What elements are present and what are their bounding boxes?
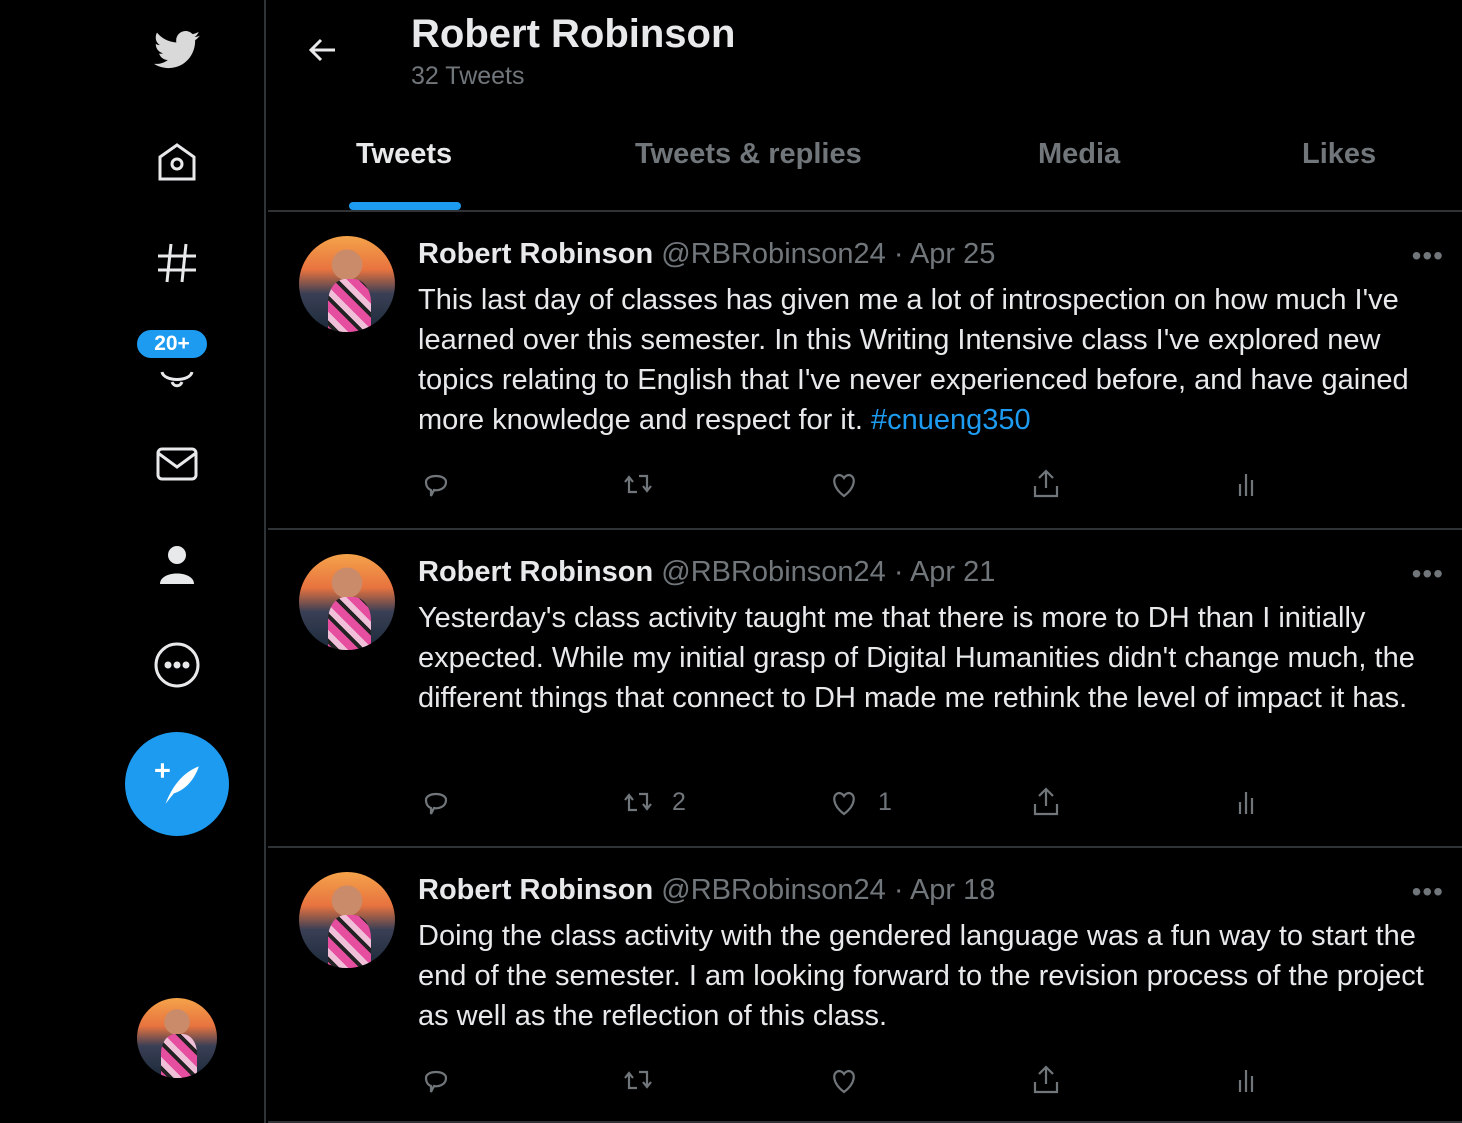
share-icon: [1033, 787, 1059, 816]
author-handle[interactable]: @RBRobinson24: [661, 238, 886, 270]
tweet-date[interactable]: Apr 21: [910, 556, 995, 588]
profile-tabs: Tweets Tweets & replies Media Likes: [268, 112, 1462, 212]
profile-timeline: Robert Robinson 32 Tweets Tweets Tweets …: [268, 0, 1462, 1123]
analytics-icon: [1238, 1070, 1254, 1092]
reply-icon: [424, 474, 448, 497]
tab-media[interactable]: Media: [1038, 138, 1120, 171]
author-name[interactable]: Robert Robinson: [418, 874, 653, 906]
separator: ·: [885, 874, 910, 906]
tweet[interactable]: Robert Robinson @RBRobinson24 · Apr 18 •…: [268, 848, 1462, 1123]
like-button[interactable]: [826, 466, 878, 502]
explore-hashtag-icon[interactable]: [150, 236, 204, 290]
author-name[interactable]: Robert Robinson: [418, 238, 653, 270]
tweet[interactable]: Robert Robinson @RBRobinson24 · Apr 25 •…: [268, 212, 1462, 530]
reply-icon: [424, 1070, 448, 1093]
avatar[interactable]: [299, 236, 395, 332]
analytics-icon: [1238, 474, 1254, 496]
tweet-actions: [418, 466, 1318, 506]
profile-icon[interactable]: [150, 538, 204, 592]
share-icon: [1033, 1065, 1059, 1094]
like-icon: [833, 1069, 855, 1094]
analytics-button[interactable]: [1230, 1062, 1266, 1098]
more-icon[interactable]: [150, 638, 204, 692]
like-count: 1: [878, 787, 892, 816]
messages-envelope-icon[interactable]: [150, 437, 204, 491]
compose-tweet-icon: [155, 763, 199, 804]
tab-likes[interactable]: Likes: [1302, 138, 1376, 171]
like-button[interactable]: 1: [826, 784, 892, 820]
reply-button[interactable]: [418, 784, 454, 820]
author-handle[interactable]: @RBRobinson24: [661, 874, 886, 906]
retweet-icon: [624, 792, 652, 812]
like-icon: [833, 791, 855, 816]
separator: ·: [885, 238, 910, 270]
like-button[interactable]: [826, 1062, 878, 1098]
hashtag-link[interactable]: #cnueng350: [871, 404, 1031, 436]
share-button[interactable]: [1028, 784, 1064, 820]
share-icon: [1033, 469, 1059, 498]
avatar[interactable]: [299, 872, 395, 968]
analytics-icon: [1238, 792, 1254, 814]
analytics-button[interactable]: [1230, 784, 1266, 820]
tweet-actions: [418, 1062, 1318, 1102]
twitter-logo-icon[interactable]: [150, 24, 204, 78]
analytics-button[interactable]: [1230, 466, 1266, 502]
retweet-icon: [624, 1070, 652, 1090]
home-icon[interactable]: [150, 135, 204, 189]
compose-tweet-button[interactable]: [125, 732, 229, 836]
separator: ·: [885, 556, 910, 588]
tab-tweets[interactable]: Tweets: [356, 138, 452, 171]
tweet-text: Yesterday's class activity taught me tha…: [418, 598, 1448, 718]
retweet-button[interactable]: [620, 466, 672, 502]
tab-tweets-and-replies[interactable]: Tweets & replies: [635, 138, 862, 171]
more-options-icon[interactable]: •••: [1412, 240, 1444, 272]
tweet[interactable]: Robert Robinson @RBRobinson24 · Apr 21 •…: [268, 530, 1462, 848]
tweet-body: Doing the class activity with the gender…: [418, 920, 1424, 1032]
tweet-header: Robert Robinson @RBRobinson24 · Apr 25: [418, 238, 995, 271]
tweet-date[interactable]: Apr 25: [910, 238, 995, 270]
reply-button[interactable]: [418, 1062, 454, 1098]
author-handle[interactable]: @RBRobinson24: [661, 556, 886, 588]
tweet-header: Robert Robinson @RBRobinson24 · Apr 18: [418, 874, 995, 907]
more-options-icon[interactable]: •••: [1412, 558, 1444, 590]
avatar[interactable]: [299, 554, 395, 650]
back-arrow-icon[interactable]: [303, 30, 343, 70]
tweet-text: Doing the class activity with the gender…: [418, 916, 1448, 1036]
tweet-count: 32 Tweets: [411, 62, 525, 90]
account-avatar[interactable]: [137, 998, 217, 1078]
notifications-badge: 20+: [135, 328, 209, 360]
share-button[interactable]: [1028, 1062, 1064, 1098]
tweet-actions: 21: [418, 784, 1318, 824]
reply-icon: [424, 792, 448, 815]
author-name[interactable]: Robert Robinson: [418, 556, 653, 588]
retweet-button[interactable]: [620, 1062, 672, 1098]
like-icon: [833, 473, 855, 498]
reply-button[interactable]: [418, 466, 454, 502]
active-tab-indicator: [349, 202, 461, 210]
retweet-button[interactable]: 2: [620, 784, 686, 820]
retweet-icon: [624, 474, 652, 494]
tweet-text: This last day of classes has given me a …: [418, 280, 1448, 440]
tweet-body: Yesterday's class activity taught me tha…: [418, 602, 1415, 714]
tweet-header: Robert Robinson @RBRobinson24 · Apr 21: [418, 556, 995, 589]
sidebar: 20+: [0, 0, 266, 1123]
share-button[interactable]: [1028, 466, 1064, 502]
tweet-date[interactable]: Apr 18: [910, 874, 995, 906]
page-title: Robert Robinson: [411, 12, 736, 56]
retweet-count: 2: [672, 787, 686, 816]
more-options-icon[interactable]: •••: [1412, 876, 1444, 908]
